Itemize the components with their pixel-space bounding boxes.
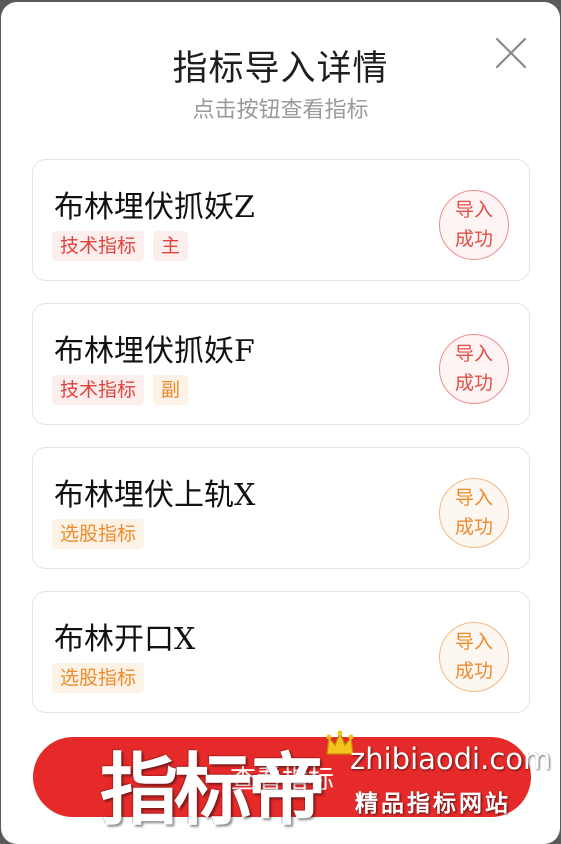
import-success-badge: 导入 成功 [439,478,509,548]
modal-subtitle: 点击按钮查看指标 [192,98,369,123]
modal-title: 指标导入详情 [172,49,389,89]
tag-type: 技术指标 [52,231,145,261]
tag-type: 技术指标 [52,375,145,405]
indicator-card[interactable]: 布林埋伏上轨X 选股指标 导入 成功 [32,447,530,569]
import-success-badge: 导入 成功 [439,334,509,404]
indicator-list: 布林埋伏抓妖Z 技术指标 主 导入 成功 布林埋伏抓妖F 技术指标 副 导入 成… [32,159,532,735]
indicator-card[interactable]: 布林开口X 选股指标 导入 成功 [32,591,530,713]
indicator-tags: 技术指标 主 [52,231,189,261]
import-success-badge: 导入 成功 [439,190,509,260]
indicator-card[interactable]: 布林埋伏抓妖F 技术指标 副 导入 成功 [32,303,530,425]
indicator-tags: 选股指标 [52,663,145,693]
badge-line-1: 导入 [454,199,493,221]
indicator-tags: 技术指标 副 [52,375,189,405]
badge-line-2: 成功 [454,228,493,250]
badge-line-1: 导入 [454,487,493,509]
indicator-name: 布林开口X [54,622,196,657]
tag-position: 主 [153,231,189,261]
view-indicators-button[interactable]: 查看指标 [33,737,531,817]
import-success-badge: 导入 成功 [439,622,509,692]
tag-type: 选股指标 [52,663,145,693]
import-details-modal: 指标导入详情 点击按钮查看指标 布林埋伏抓妖Z 技术指标 主 导入 成功 布林埋… [1,2,560,844]
indicator-tags: 选股指标 [52,519,145,549]
badge-line-1: 导入 [454,343,493,365]
tag-position: 副 [153,375,189,405]
badge-line-1: 导入 [454,631,493,653]
indicator-name: 布林埋伏抓妖F [54,334,255,369]
badge-line-2: 成功 [454,372,493,394]
indicator-name: 布林埋伏上轨X [54,478,256,513]
badge-line-2: 成功 [454,660,493,682]
tag-type: 选股指标 [52,519,145,549]
indicator-card[interactable]: 布林埋伏抓妖Z 技术指标 主 导入 成功 [32,159,530,281]
indicator-name: 布林埋伏抓妖Z [54,190,255,225]
page-backdrop: 指标导入详情 点击按钮查看指标 布林埋伏抓妖Z 技术指标 主 导入 成功 布林埋… [0,0,561,844]
view-indicators-label: 查看指标 [229,764,334,795]
badge-line-2: 成功 [454,516,493,538]
